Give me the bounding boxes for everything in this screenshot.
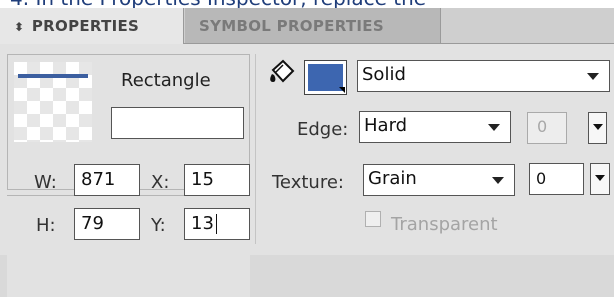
panel-tab-bar: ⬍ PROPERTIES SYMBOL PROPERTIES xyxy=(0,8,614,44)
chevron-down-icon xyxy=(595,175,605,181)
texture-amount-field[interactable]: 0 xyxy=(529,163,584,195)
tab-properties-label: PROPERTIES xyxy=(31,17,140,35)
width-field[interactable]: 871 xyxy=(74,164,140,196)
edge-amount-field: 0 xyxy=(527,112,567,144)
text-caret xyxy=(216,214,217,234)
fill-color-chip xyxy=(308,64,343,91)
x-field[interactable]: 15 xyxy=(184,164,250,196)
collapse-toggle-icon[interactable]: ⬍ xyxy=(14,20,24,34)
fill-style-value: Solid xyxy=(362,64,406,85)
texture-amount-dropdown[interactable] xyxy=(590,163,610,195)
edge-select[interactable]: Hard xyxy=(359,111,511,143)
tab-properties[interactable]: ⬍ PROPERTIES xyxy=(0,8,184,44)
edge-label: Edge: xyxy=(297,119,349,140)
instance-name-field[interactable] xyxy=(111,107,244,139)
document-text-strip: 4. In the Properties Inspector, replace … xyxy=(0,0,614,8)
transparent-checkbox[interactable] xyxy=(365,211,381,227)
tab-symbol-properties-label: SYMBOL PROPERTIES xyxy=(199,17,384,35)
chevron-down-icon xyxy=(488,124,500,131)
texture-value: Grain xyxy=(368,168,417,189)
y-label: Y: xyxy=(151,215,166,236)
texture-label: Texture: xyxy=(272,172,344,193)
properties-panel: Rectangle W: 871 X: 15 H: 79 Y: 13 Solid… xyxy=(0,44,614,297)
swatch-dropdown-corner-icon xyxy=(339,87,345,93)
edge-value: Hard xyxy=(364,115,408,136)
transparent-label: Transparent xyxy=(391,214,498,235)
tab-symbol-properties[interactable]: SYMBOL PROPERTIES xyxy=(185,8,441,44)
document-text: 4. In the Properties Inspector, replace … xyxy=(10,0,426,8)
fill-color-swatch[interactable] xyxy=(304,60,347,95)
chevron-down-icon xyxy=(492,177,504,184)
y-field-value: 13 xyxy=(191,213,214,234)
width-label: W: xyxy=(34,172,57,193)
chevron-down-icon xyxy=(587,73,599,80)
x-label: X: xyxy=(151,172,170,193)
chevron-down-icon xyxy=(593,124,603,130)
texture-select[interactable]: Grain xyxy=(363,164,515,196)
height-field[interactable]: 79 xyxy=(74,208,140,240)
section-divider xyxy=(255,54,256,244)
shape-thumbnail-line xyxy=(18,74,88,78)
shape-type-label: Rectangle xyxy=(121,70,211,91)
edge-amount-dropdown[interactable] xyxy=(588,112,607,144)
height-label: H: xyxy=(36,215,56,236)
y-field[interactable]: 13 xyxy=(184,208,250,240)
paint-bucket-icon[interactable] xyxy=(267,58,297,92)
fill-style-select[interactable]: Solid xyxy=(357,60,610,92)
